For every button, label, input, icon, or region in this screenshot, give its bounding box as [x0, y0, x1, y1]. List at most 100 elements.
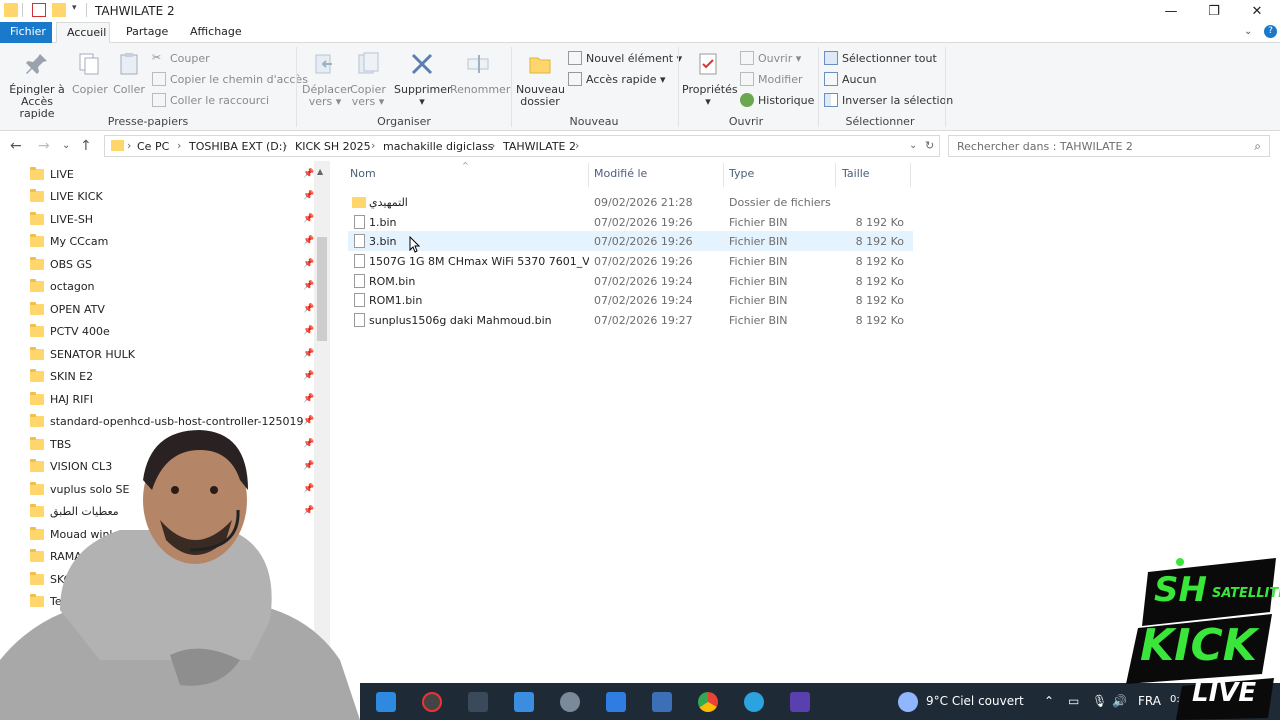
column-divider[interactable]	[588, 163, 589, 187]
tab-affichage[interactable]: Affichage	[180, 22, 250, 43]
paste-shortcut-button[interactable]: Coller le raccourci	[152, 91, 269, 109]
scroll-up-icon[interactable]: ▲	[317, 167, 323, 176]
new-item-button[interactable]: Nouvel élément ▾	[568, 49, 682, 67]
breadcrumb-kick-sh[interactable]: KICK SH 2025	[295, 140, 371, 153]
back-arrow-icon[interactable]: ←	[10, 138, 22, 154]
sidebar-item[interactable]: SKIN E2 📌	[30, 366, 315, 386]
chevron-right-icon[interactable]: ›	[371, 139, 375, 152]
file-row[interactable]: 1507G 1G 8M CHmax WiFi 5370 7601_V14... …	[348, 251, 913, 271]
paste-button[interactable]: Coller	[112, 51, 146, 96]
sidebar-item[interactable]: PCTV 400e 📌	[30, 321, 315, 341]
sidebar-item[interactable]: OPEN ATV 📌	[30, 299, 315, 319]
address-bar[interactable]: › Ce PC › TOSHIBA EXT (D:) › KICK SH 202…	[104, 135, 940, 157]
calculator-icon[interactable]	[606, 692, 626, 712]
invert-selection-button[interactable]: Inverser la sélection	[824, 91, 953, 109]
sidebar-item[interactable]: LIVE KICK 📌	[30, 186, 315, 206]
chevron-right-icon[interactable]: ›	[491, 139, 495, 152]
restore-button[interactable]: ❐	[1191, 0, 1237, 22]
sort-ascending-icon: ^	[462, 161, 469, 170]
tab-partage[interactable]: Partage	[116, 22, 176, 43]
sidebar-item[interactable]: LIVE 📌	[30, 164, 315, 184]
file-row[interactable]: sunplus1506g daki Mahmoud.bin 07/02/2026…	[348, 310, 913, 330]
sidebar-item[interactable]: LIVE-SH 📌	[30, 209, 315, 229]
sidebar-item[interactable]: SENATOR HULK 📌	[30, 344, 315, 364]
history-button[interactable]: Historique	[740, 91, 814, 109]
chevron-right-icon[interactable]: ›	[283, 139, 287, 152]
microphone-icon[interactable]: 🎙	[1092, 694, 1107, 708]
folder-icon	[30, 368, 44, 382]
files-app-icon[interactable]	[514, 692, 534, 712]
group-separator	[678, 47, 679, 127]
column-divider[interactable]	[910, 163, 911, 187]
file-row[interactable]: ROM1.bin 07/02/2026 19:24 Fichier BIN 8 …	[348, 290, 913, 310]
app-icon[interactable]	[790, 692, 810, 712]
navigation-bar: ← → ⌄ ↑ › Ce PC › TOSHIBA EXT (D:) › KIC…	[0, 131, 1280, 161]
properties-button[interactable]: Propriétés ▾	[682, 51, 738, 108]
sidebar-item[interactable]: My CCcam 📌	[30, 231, 315, 251]
telegram-icon[interactable]	[744, 692, 764, 712]
file-row[interactable]: 1.bin 07/02/2026 19:26 Fichier BIN 8 192…	[348, 212, 913, 232]
sidebar-item[interactable]: octagon 📌	[30, 276, 315, 296]
pin-quick-access-button[interactable]: Épingler à Accès rapide	[6, 51, 68, 120]
edit-button[interactable]: Modifier	[740, 70, 802, 88]
copy-path-button[interactable]: Copier le chemin d'accès	[152, 70, 308, 88]
app-icon[interactable]	[560, 692, 580, 712]
rename-button[interactable]: Renommer	[450, 51, 510, 96]
search-box[interactable]: Rechercher dans : TAHWILATE 2 ⌕	[948, 135, 1270, 157]
copy-button[interactable]: Copier	[72, 51, 108, 96]
network-app-icon[interactable]	[652, 692, 672, 712]
up-arrow-icon[interactable]: ↑	[80, 138, 92, 154]
select-all-button[interactable]: Sélectionner tout	[824, 49, 937, 67]
breadcrumb-machakille[interactable]: machakille digiclass	[383, 140, 493, 153]
tab-accueil[interactable]: Accueil	[56, 22, 110, 43]
chevron-right-icon[interactable]: ›	[127, 139, 131, 152]
properties-quick-icon[interactable]	[32, 3, 46, 17]
new-folder-button[interactable]: Nouveau dossier	[516, 51, 565, 108]
file-row-folder[interactable]: التمهيدي 09/02/2026 21:28 Dossier de fic…	[348, 192, 913, 212]
file-row[interactable]: 3.bin 07/02/2026 19:26 Fichier BIN 8 192…	[348, 231, 913, 253]
column-divider[interactable]	[723, 163, 724, 187]
taskview-icon[interactable]	[376, 692, 396, 712]
network-icon[interactable]: ▭	[1068, 694, 1079, 708]
column-header-name[interactable]: Nom	[350, 167, 376, 180]
open-button[interactable]: Ouvrir ▾	[740, 49, 801, 67]
column-divider[interactable]	[835, 163, 836, 187]
cut-button[interactable]: ✂ Couper	[152, 49, 210, 67]
column-header-modified[interactable]: Modifié le	[594, 167, 647, 180]
recent-locations-icon[interactable]: ⌄	[62, 140, 70, 151]
sidebar-item[interactable]: OBS GS 📌	[30, 254, 315, 274]
close-button[interactable]: ✕	[1234, 0, 1280, 22]
sidebar-item[interactable]: HAJ RIFI 📌	[30, 389, 315, 409]
refresh-icon[interactable]: ↻	[925, 139, 934, 152]
chevron-right-icon[interactable]: ›	[177, 139, 181, 152]
move-to-button[interactable]: Déplacer vers ▾	[302, 51, 351, 108]
obs-icon[interactable]	[422, 692, 442, 712]
select-none-button[interactable]: Aucun	[824, 70, 877, 88]
expand-ribbon-icon[interactable]: ⌄	[1244, 26, 1252, 37]
show-hidden-icons-icon[interactable]: ⌃	[1044, 694, 1054, 708]
camera-icon[interactable]	[468, 692, 488, 712]
customize-quick-access-icon[interactable]: ▾	[72, 3, 86, 17]
weather-text[interactable]: 9°C Ciel couvert	[926, 694, 1024, 708]
folder-icon	[30, 233, 44, 247]
forward-arrow-icon[interactable]: →	[38, 138, 50, 154]
tab-fichier[interactable]: Fichier	[0, 22, 52, 43]
paste-icon	[120, 53, 138, 75]
easy-access-button[interactable]: Accès rapide ▾	[568, 70, 666, 88]
minimize-button[interactable]: —	[1148, 0, 1194, 22]
delete-button[interactable]: Supprimer ▾	[394, 51, 452, 108]
copy-to-button[interactable]: Copier vers ▾	[348, 51, 388, 108]
scrollbar-thumb[interactable]	[317, 237, 327, 341]
new-folder-quick-icon[interactable]	[52, 3, 66, 17]
webcam-person-image	[0, 430, 360, 720]
column-header-type[interactable]: Type	[729, 167, 754, 180]
breadcrumb-tahwilate[interactable]: TAHWILATE 2	[503, 140, 576, 153]
chevron-right-icon[interactable]: ›	[575, 139, 579, 152]
breadcrumb-ce-pc[interactable]: Ce PC	[137, 140, 169, 153]
column-header-size[interactable]: Taille	[842, 167, 870, 180]
address-dropdown-icon[interactable]: ⌄	[909, 140, 917, 151]
chrome-icon[interactable]	[698, 692, 718, 712]
file-row[interactable]: ROM.bin 07/02/2026 19:24 Fichier BIN 8 1…	[348, 271, 913, 291]
help-icon[interactable]: ?	[1264, 25, 1277, 38]
breadcrumb-toshiba[interactable]: TOSHIBA EXT (D:)	[189, 140, 287, 153]
